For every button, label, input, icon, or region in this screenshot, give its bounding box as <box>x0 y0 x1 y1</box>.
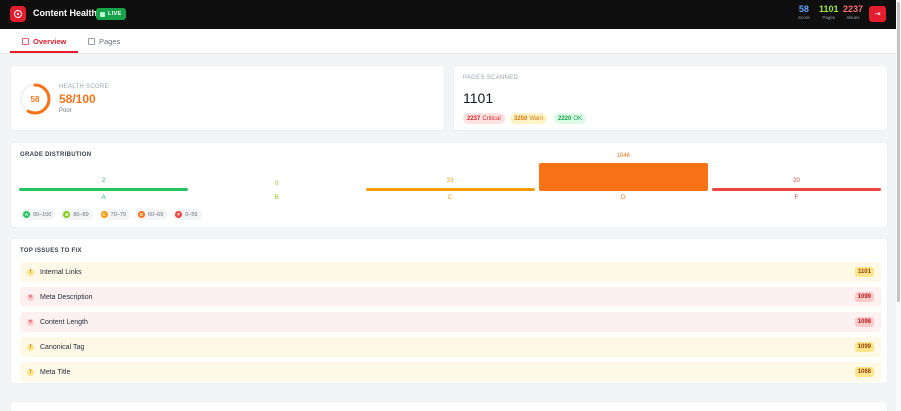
grade-count-c: 33 <box>446 178 454 184</box>
stat-issues-label: Issues <box>846 15 860 20</box>
tab-pages[interactable]: Pages <box>88 29 120 54</box>
ok-label: OK <box>573 115 583 122</box>
target-icon <box>10 6 26 22</box>
issue-name: Internal Links <box>40 268 82 276</box>
critical-pill: 2237 Critical <box>463 113 505 124</box>
legend-range-label: 80–89 <box>73 211 89 218</box>
tab-pages-label: Pages <box>99 37 121 46</box>
critical-count: 2237 <box>467 115 481 122</box>
next-section-card <box>10 401 888 411</box>
legend-item-b: B 80–89 <box>61 209 93 220</box>
issue-count-badge: 1101 <box>854 267 874 277</box>
live-badge-label: LIVE <box>108 11 122 17</box>
pages-scanned-label: PAGES SCANNED <box>463 75 519 81</box>
error-icon: × <box>27 318 34 326</box>
legend-item-d: D 60–69 <box>135 209 168 220</box>
warn-count: 3250 <box>514 115 528 122</box>
critical-label: Critical <box>482 115 501 122</box>
ok-count: 2220 <box>558 115 572 122</box>
legend-grade-badge: B <box>63 211 71 218</box>
tab-overview-label: Overview <box>33 37 67 46</box>
health-score-card: 58 HEALTH SCORE 58/100 Poor <box>10 65 445 131</box>
grade-letter-b: B <box>274 194 279 201</box>
stat-score-label: Score <box>798 15 810 20</box>
exit-button[interactable]: ⇥ <box>869 6 886 22</box>
grade-bar-f <box>712 188 881 191</box>
issue-count-badge: 1099 <box>854 342 874 352</box>
legend-grade-badge: F <box>175 211 183 218</box>
issue-count-badge: 1068 <box>854 367 874 377</box>
warning-icon: ! <box>27 368 34 376</box>
legend-range-label: 90–100 <box>33 211 52 218</box>
health-score-label: HEALTH SCORE <box>59 84 109 90</box>
grade-letter-a: A <box>101 194 106 201</box>
warning-icon: ! <box>27 343 34 351</box>
issue-count-badge: 1098 <box>854 317 874 327</box>
grade-bar-d <box>538 163 708 191</box>
stat-pages-value: 1101 <box>819 4 839 14</box>
document-icon <box>88 38 95 45</box>
top-issues-title: TOP ISSUES TO FIX <box>20 248 82 254</box>
scrollbar-thumb[interactable] <box>897 2 900 302</box>
issue-name: Meta Description <box>40 293 93 301</box>
grade-count-f: 20 <box>793 178 800 184</box>
page-scrollbar[interactable] <box>896 0 901 411</box>
stat-issues: 2237 Issues <box>843 4 863 21</box>
grade-bar-a <box>19 188 188 191</box>
legend-item-f: F 0–59 <box>173 209 202 220</box>
legend-grade-badge: D <box>137 211 145 218</box>
legend-grade-badge: A <box>23 211 30 218</box>
grade-distribution-card: GRADE DISTRIBUTION 2 A 0 B 33 C 1046 D 20 F A 90–1… <box>10 142 888 228</box>
chart-icon <box>22 38 29 45</box>
stat-pages: 1101 Pages <box>819 4 839 21</box>
grade-letter-d: D <box>620 194 626 201</box>
tab-bar: Overview Pages <box>0 29 896 54</box>
legend-item-c: C 70–79 <box>98 209 130 220</box>
health-score-status: Poor <box>59 108 72 114</box>
legend-range-label: 60–69 <box>147 211 164 218</box>
warning-icon: ! <box>27 268 34 276</box>
top-issues-card: TOP ISSUES TO FIX ! Internal Links 1101 × Me… <box>10 238 888 384</box>
issue-row[interactable]: ! Meta Title 1068 <box>20 362 881 382</box>
app-title: Content Health <box>33 8 97 18</box>
stat-issues-value: 2237 <box>843 4 864 14</box>
warn-pill: 3250 Warn <box>510 113 548 124</box>
issue-row[interactable]: ! Internal Links 1101 <box>20 262 881 282</box>
issue-name: Meta Title <box>40 368 71 376</box>
stat-score-value: 58 <box>798 4 809 14</box>
issue-row[interactable]: × Meta Description 1099 <box>20 287 881 307</box>
exit-icon: ⇥ <box>874 11 881 18</box>
grade-letter-c: C <box>447 194 453 201</box>
grade-letter-f: F <box>794 194 799 201</box>
issue-name: Canonical Tag <box>40 343 85 351</box>
grade-bars: 2 A 0 B 33 C 1046 D 20 F <box>19 143 881 203</box>
grade-legend: A 90–100 B 80–89 C 70–79 D 60–69 F 0–59 <box>21 209 202 220</box>
grade-count-a: 2 <box>101 178 106 184</box>
issue-row[interactable]: × Content Length 1098 <box>20 312 881 332</box>
active-tab-indicator <box>10 51 78 53</box>
legend-item-a: A 90–100 <box>21 209 56 220</box>
top-bar: Content Health LIVE 58 Score 1101 Pages … <box>0 0 896 29</box>
health-score-ring-value: 58 <box>30 94 40 104</box>
live-badge: LIVE <box>96 8 127 20</box>
stat-pages-label: Pages <box>822 15 836 20</box>
stat-score: 58 Score <box>798 4 810 21</box>
grade-bar-c <box>365 188 535 191</box>
health-score-ring: 58 <box>18 82 52 116</box>
issue-name: Content Length <box>40 318 88 326</box>
health-score-value: 58/100 <box>59 92 96 106</box>
issue-row[interactable]: ! Canonical Tag 1099 <box>20 337 881 357</box>
grade-count-d: 1046 <box>616 153 630 159</box>
legend-range-label: 0–59 <box>185 211 198 218</box>
ok-pill: 2220 OK <box>554 113 587 124</box>
issue-count-badge: 1099 <box>854 292 874 302</box>
legend-range-label: 70–79 <box>110 211 126 218</box>
warn-label: Warn <box>529 115 544 122</box>
pages-scanned-card: PAGES SCANNED 1101 2237 Critical 3250 Wa… <box>453 65 888 131</box>
grade-count-b: 0 <box>275 181 279 187</box>
legend-grade-badge: C <box>100 211 108 218</box>
live-dot-icon <box>100 11 105 17</box>
pages-scanned-value: 1101 <box>463 90 494 106</box>
error-icon: × <box>27 293 34 301</box>
